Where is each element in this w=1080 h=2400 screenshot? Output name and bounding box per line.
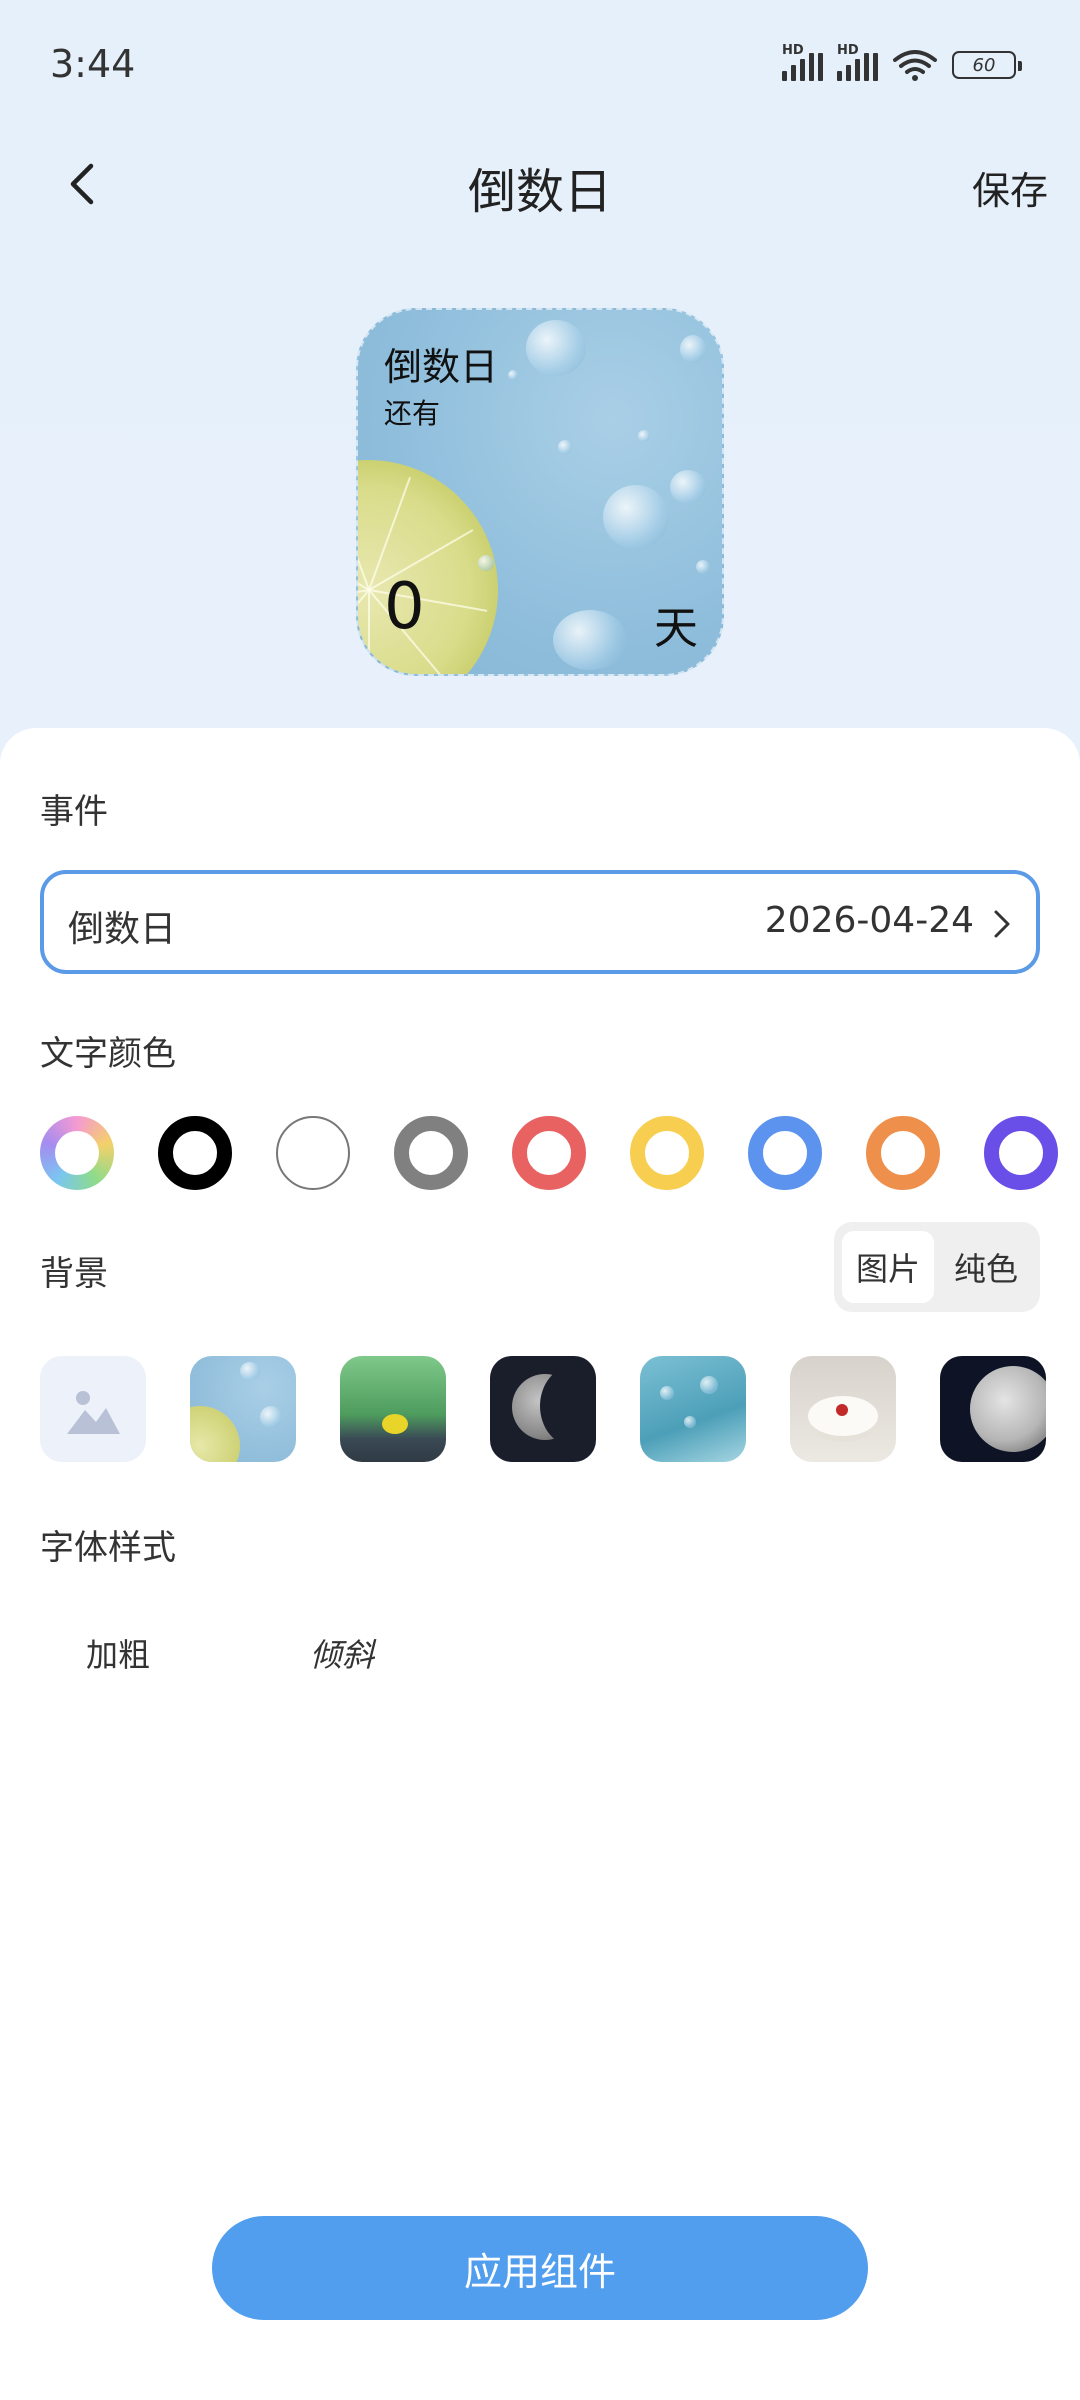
background-thumb-cake[interactable] [790, 1356, 896, 1462]
background-section-label: 背景 [40, 1254, 108, 1294]
widget-subtitle: 还有 [384, 397, 441, 430]
color-swatch-white[interactable] [276, 1116, 350, 1190]
settings-sheet: 事件 倒数日 2026-04-24 文字颜色 背景 图片 纯色 字体样式 加粗 … [0, 728, 1080, 2400]
widget-unit: 天 [654, 603, 698, 654]
battery-icon: 60 [952, 51, 1022, 79]
event-date: 2026-04-24 [764, 900, 974, 941]
event-field[interactable]: 倒数日 2026-04-24 [40, 870, 1040, 974]
background-mode-toggle: 图片 纯色 [834, 1222, 1040, 1312]
wifi-icon [893, 50, 937, 81]
hd-tag: HD [837, 43, 859, 58]
add-image-button[interactable] [40, 1356, 146, 1462]
widget-title: 倒数日 [384, 345, 499, 389]
event-name: 倒数日 [68, 909, 177, 950]
status-bar: 3:44 HD HD 60 [0, 0, 1080, 130]
apply-widget-button[interactable]: 应用组件 [212, 2216, 868, 2320]
background-thumb-flower[interactable] [340, 1356, 446, 1462]
text-color-section-label: 文字颜色 [40, 1034, 176, 1074]
background-thumb-lemon[interactable] [190, 1356, 296, 1462]
signal-icon: HD [782, 43, 823, 81]
chevron-right-icon [994, 910, 1010, 938]
color-swatch-purple[interactable] [984, 1116, 1058, 1190]
color-swatch-black[interactable] [158, 1116, 232, 1190]
page-title: 倒数日 [467, 164, 612, 220]
widget-count: 0 [384, 570, 425, 644]
font-style-section-label: 字体样式 [40, 1528, 176, 1568]
color-swatch-yellow[interactable] [630, 1116, 704, 1190]
background-mode-solid[interactable]: 纯色 [940, 1231, 1032, 1303]
color-swatch-red[interactable] [512, 1116, 586, 1190]
color-swatch-orange[interactable] [866, 1116, 940, 1190]
background-mode-image[interactable]: 图片 [842, 1231, 934, 1303]
background-thumbnails [40, 1356, 1060, 1462]
text-color-options [40, 1116, 1060, 1190]
hd-tag: HD [782, 43, 804, 58]
header: 倒数日 保存 [0, 140, 1080, 230]
save-button[interactable]: 保存 [972, 160, 1048, 215]
color-swatch-gray[interactable] [394, 1116, 468, 1190]
event-section-label: 事件 [40, 792, 108, 832]
signal-icon: HD [837, 43, 878, 81]
widget-preview: 倒数日 还有 0 天 [356, 308, 724, 676]
background-thumb-full-moon[interactable] [940, 1356, 1046, 1462]
status-time: 3:44 [50, 42, 136, 86]
lemon-slice-image [358, 460, 498, 674]
color-swatch-blue[interactable] [748, 1116, 822, 1190]
status-icons: HD HD 60 [782, 43, 1022, 82]
image-icon [67, 1391, 120, 1434]
italic-button[interactable]: 倾斜 [310, 1630, 374, 1676]
bold-button[interactable]: 加粗 [86, 1630, 150, 1676]
background-thumb-moon[interactable] [490, 1356, 596, 1462]
color-swatch-custom[interactable] [40, 1116, 114, 1190]
background-thumb-ocean[interactable] [640, 1356, 746, 1462]
